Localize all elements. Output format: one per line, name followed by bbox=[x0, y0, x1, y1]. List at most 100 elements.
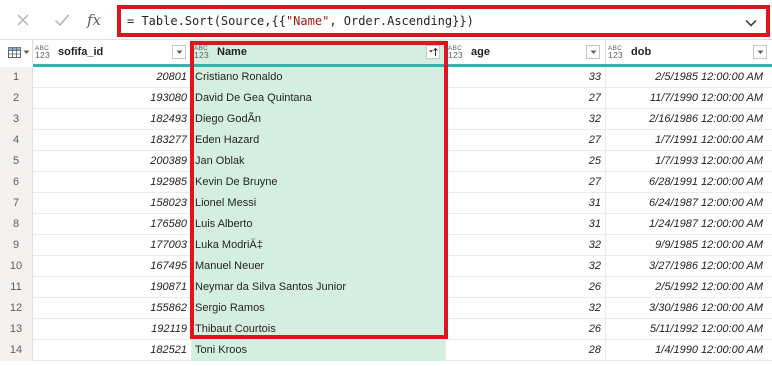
table-row[interactable]: 10 167495 Manuel Neuer 32 3/27/1986 12:00:00… bbox=[0, 256, 772, 277]
insert-function-button[interactable]: fx bbox=[83, 9, 105, 31]
row-number[interactable]: 10 bbox=[0, 256, 33, 277]
cell-dob[interactable]: 1/4/1990 12:00:00 AM bbox=[606, 340, 772, 361]
table-row[interactable]: 11 190871 Neymar da Silva Santos Junior 26 2… bbox=[0, 277, 772, 298]
cell-sofifa-id[interactable]: 182521 bbox=[33, 340, 192, 361]
table-row[interactable]: 4 183277 Eden Hazard 27 1/7/1991 12:00:00 AM bbox=[0, 130, 772, 151]
cell-sofifa-id[interactable]: 190871 bbox=[33, 277, 192, 298]
cell-name[interactable]: Eden Hazard bbox=[192, 130, 446, 151]
cell-sofifa-id[interactable]: 177003 bbox=[33, 235, 192, 256]
row-number[interactable]: 14 bbox=[0, 340, 33, 361]
cell-age[interactable]: 28 bbox=[446, 340, 606, 361]
cell-age[interactable]: 27 bbox=[446, 130, 606, 151]
cell-name[interactable]: Jan Oblak bbox=[192, 151, 446, 172]
cell-age[interactable]: 25 bbox=[446, 151, 606, 172]
cell-age[interactable]: 32 bbox=[446, 298, 606, 319]
column-filter-button[interactable] bbox=[426, 45, 440, 59]
cell-sofifa-id[interactable]: 167495 bbox=[33, 256, 192, 277]
cell-name[interactable]: Sergio Ramos bbox=[192, 298, 446, 319]
cell-age[interactable]: 31 bbox=[446, 214, 606, 235]
row-number[interactable]: 9 bbox=[0, 235, 33, 256]
table-row[interactable]: 2 193080 David De Gea Quintana 27 11/7/1990 … bbox=[0, 88, 772, 109]
row-number[interactable]: 5 bbox=[0, 151, 33, 172]
cell-name[interactable]: Manuel Neuer bbox=[192, 256, 446, 277]
cell-dob[interactable]: 5/11/1992 12:00:00 AM bbox=[606, 319, 772, 340]
row-number[interactable]: 11 bbox=[0, 277, 33, 298]
table-row[interactable]: 3 182493 Diego GodÃn 32 2/16/1986 12:00:00 A… bbox=[0, 109, 772, 130]
any-type-icon[interactable]: ABC 123 bbox=[194, 43, 214, 61]
row-number[interactable]: 4 bbox=[0, 130, 33, 151]
cell-dob[interactable]: 3/30/1986 12:00:00 AM bbox=[606, 298, 772, 319]
cell-name[interactable]: Lionel Messi bbox=[192, 193, 446, 214]
cell-name[interactable]: Toni Kroos bbox=[192, 340, 446, 361]
formula-input[interactable]: = Table.Sort(Source,{{"Name", Order.Asce… bbox=[117, 5, 770, 37]
cell-sofifa-id[interactable]: 182493 bbox=[33, 109, 192, 130]
column-header-dob[interactable]: ABC 123 dob bbox=[606, 40, 772, 64]
row-number[interactable]: 2 bbox=[0, 88, 33, 109]
column-header-name[interactable]: ABC 123 Name bbox=[192, 40, 446, 64]
column-filter-button[interactable] bbox=[172, 45, 186, 59]
cell-name[interactable]: Cristiano Ronaldo bbox=[192, 67, 446, 88]
cell-sofifa-id[interactable]: 192119 bbox=[33, 319, 192, 340]
row-number[interactable]: 7 bbox=[0, 193, 33, 214]
cell-age[interactable]: 26 bbox=[446, 319, 606, 340]
cell-sofifa-id[interactable]: 192985 bbox=[33, 172, 192, 193]
row-number[interactable]: 1 bbox=[0, 67, 33, 88]
cell-dob[interactable]: 2/16/1986 12:00:00 AM bbox=[606, 109, 772, 130]
any-type-icon[interactable]: ABC 123 bbox=[448, 43, 468, 61]
cell-dob[interactable]: 9/9/1985 12:00:00 AM bbox=[606, 235, 772, 256]
table-row[interactable]: 6 192985 Kevin De Bruyne 27 6/28/1991 12:00:… bbox=[0, 172, 772, 193]
cell-dob[interactable]: 6/24/1987 12:00:00 AM bbox=[606, 193, 772, 214]
table-row[interactable]: 7 158023 Lionel Messi 31 6/24/1987 12:00:00 … bbox=[0, 193, 772, 214]
cell-age[interactable]: 32 bbox=[446, 235, 606, 256]
cell-sofifa-id[interactable]: 176580 bbox=[33, 214, 192, 235]
table-menu-button[interactable] bbox=[0, 40, 33, 64]
cell-dob[interactable]: 2/5/1985 12:00:00 AM bbox=[606, 67, 772, 88]
column-filter-button[interactable] bbox=[753, 45, 767, 59]
table-row[interactable]: 9 177003 Luka ModriÄ‡ 32 9/9/1985 12:00:00 A… bbox=[0, 235, 772, 256]
cell-age[interactable]: 26 bbox=[446, 277, 606, 298]
cell-age[interactable]: 32 bbox=[446, 109, 606, 130]
cell-dob[interactable]: 1/7/1993 12:00:00 AM bbox=[606, 151, 772, 172]
cell-age[interactable]: 33 bbox=[446, 67, 606, 88]
column-header-sofifa-id[interactable]: ABC 123 sofifa_id bbox=[33, 40, 192, 64]
row-number[interactable]: 8 bbox=[0, 214, 33, 235]
table-row[interactable]: 12 155862 Sergio Ramos 32 3/30/1986 12:00:00… bbox=[0, 298, 772, 319]
cell-sofifa-id[interactable]: 183277 bbox=[33, 130, 192, 151]
table-row[interactable]: 8 176580 Luis Alberto 31 1/24/1987 12:00:00 … bbox=[0, 214, 772, 235]
cell-sofifa-id[interactable]: 200389 bbox=[33, 151, 192, 172]
cell-sofifa-id[interactable]: 20801 bbox=[33, 67, 192, 88]
cell-name[interactable]: Thibaut Courtois bbox=[192, 319, 446, 340]
cell-age[interactable]: 32 bbox=[446, 256, 606, 277]
cell-dob[interactable]: 3/27/1986 12:00:00 AM bbox=[606, 256, 772, 277]
cell-name[interactable]: Neymar da Silva Santos Junior bbox=[192, 277, 446, 298]
row-number[interactable]: 3 bbox=[0, 109, 33, 130]
cell-sofifa-id[interactable]: 155862 bbox=[33, 298, 192, 319]
cell-name[interactable]: Luis Alberto bbox=[192, 214, 446, 235]
cell-age[interactable]: 27 bbox=[446, 172, 606, 193]
row-number[interactable]: 12 bbox=[0, 298, 33, 319]
cell-name[interactable]: David De Gea Quintana bbox=[192, 88, 446, 109]
cell-dob[interactable]: 1/24/1987 12:00:00 AM bbox=[606, 214, 772, 235]
cell-name[interactable]: Diego GodÃn bbox=[192, 109, 446, 130]
cell-name[interactable]: Luka ModriÄ‡ bbox=[192, 235, 446, 256]
cell-sofifa-id[interactable]: 158023 bbox=[33, 193, 192, 214]
cell-dob[interactable]: 6/28/1991 12:00:00 AM bbox=[606, 172, 772, 193]
table-row[interactable]: 5 200389 Jan Oblak 25 1/7/1993 12:00:00 AM bbox=[0, 151, 772, 172]
cell-name[interactable]: Kevin De Bruyne bbox=[192, 172, 446, 193]
cell-age[interactable]: 31 bbox=[446, 193, 606, 214]
row-number[interactable]: 6 bbox=[0, 172, 33, 193]
table-row[interactable]: 13 192119 Thibaut Courtois 26 5/11/1992 12:0… bbox=[0, 319, 772, 340]
any-type-icon[interactable]: ABC 123 bbox=[35, 43, 55, 61]
commit-formula-button[interactable] bbox=[51, 9, 73, 31]
table-row[interactable]: 14 182521 Toni Kroos 28 1/4/1990 12:00:00 AM bbox=[0, 340, 772, 361]
cell-age[interactable]: 27 bbox=[446, 88, 606, 109]
expand-formula-button[interactable] bbox=[744, 16, 758, 30]
any-type-icon[interactable]: ABC 123 bbox=[608, 43, 628, 61]
cell-dob[interactable]: 11/7/1990 12:00:00 AM bbox=[606, 88, 772, 109]
cancel-formula-button[interactable] bbox=[12, 9, 34, 31]
cell-sofifa-id[interactable]: 193080 bbox=[33, 88, 192, 109]
table-row[interactable]: 1 20801 Cristiano Ronaldo 33 2/5/1985 12:00:… bbox=[0, 67, 772, 88]
column-filter-button[interactable] bbox=[586, 45, 600, 59]
column-header-age[interactable]: ABC 123 age bbox=[446, 40, 606, 64]
row-number[interactable]: 13 bbox=[0, 319, 33, 340]
